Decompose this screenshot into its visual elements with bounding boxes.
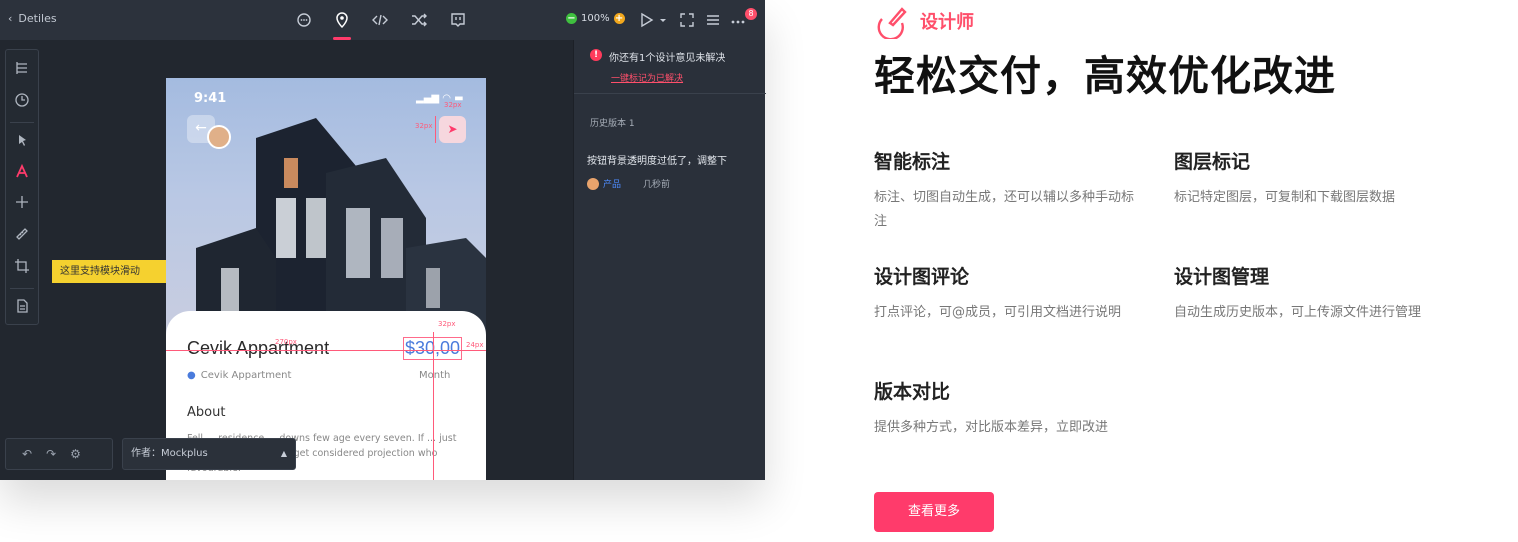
measure-label: 32px: [444, 101, 462, 109]
map-pin-icon: ●: [187, 370, 196, 381]
measure-line: [435, 116, 436, 143]
shuffle-icon[interactable]: [410, 11, 428, 29]
comment-meta: 产品 几秒前: [587, 177, 670, 190]
feature-title: 版本对比: [874, 381, 951, 403]
history-tools: ↶ ↷ ⚙: [5, 438, 113, 470]
zoom-in-icon[interactable]: +: [613, 13, 625, 24]
tooltip-label: 这里支持模块滑动: [52, 260, 176, 283]
feature-title: 图层标记: [1174, 151, 1251, 173]
design-tool-window: ‹ Detiles − 100% + 8 这里支持模块滑动 9:41 ▂▄▆ ◠…: [0, 0, 766, 480]
active-tab-indicator: [333, 37, 351, 40]
feature-desc: 标注、切图自动生成，还可以辅以多种手动标注: [874, 190, 1135, 229]
role-label: 设计师: [920, 12, 974, 33]
feature-title: 智能标注: [874, 151, 951, 173]
redo-icon[interactable]: ↷: [46, 447, 56, 461]
phone-artboard[interactable]: 9:41 ▂▄▆ ◠ ▬ ← ➤ 32px 32px Cevik Appartm…: [166, 78, 486, 480]
feature-desc: 打点评论，可@成员，可引用文档进行说明: [874, 305, 1122, 320]
unresolved-warning: ! 你还有1个设计意见未解决: [590, 49, 725, 64]
comment-icon[interactable]: [295, 11, 313, 29]
feature-item: 设计图管理 自动生成历史版本，可上传源文件进行管理: [1174, 262, 1434, 325]
alert-icon: !: [590, 49, 602, 61]
caret-up-icon: ▲: [280, 449, 287, 458]
author-selector[interactable]: 作者：Mockplus ▲: [122, 438, 296, 470]
zoom-control[interactable]: − 100% +: [566, 13, 625, 24]
feature-item: 版本对比 提供多种方式，对比版本差异，立即改进: [874, 377, 1134, 440]
undo-icon[interactable]: ↶: [22, 447, 32, 461]
measure-label: 24px: [466, 341, 484, 349]
crop-icon[interactable]: [14, 258, 30, 274]
resolve-all-link[interactable]: 一键标记为已解决: [611, 71, 683, 84]
notification-badge: 8: [745, 8, 757, 20]
feature-item: 智能标注 标注、切图自动生成，还可以辅以多种手动标注: [874, 147, 1134, 234]
avatar: [587, 177, 599, 190]
comment-panel: ! 你还有1个设计意见未解决 一键标记为已解决 历史版本 1 按钮背景透明度过低…: [573, 40, 766, 480]
feature-item: 图层标记 标记特定图层，可复制和下载图层数据: [1174, 147, 1434, 210]
feature-desc: 自动生成历史版本，可上传源文件进行管理: [1174, 305, 1422, 320]
location-text: Cevik Appartment: [200, 370, 292, 381]
gear-icon[interactable]: ⚙: [70, 447, 81, 461]
cursor-arrow-icon[interactable]: [14, 132, 30, 148]
measure-line: [433, 332, 434, 480]
top-toolbar: ‹ Detiles − 100% + 8: [0, 0, 765, 40]
history-clock-icon[interactable]: [14, 92, 30, 108]
feature-info: 设计师 轻松交付，高效优化改进 智能标注 标注、切图自动生成，还可以辅以多种手动…: [874, 0, 1514, 542]
status-time: 9:41: [194, 91, 227, 106]
pen-hand-icon: [877, 7, 907, 39]
panel-divider: [574, 93, 766, 94]
view-more-button[interactable]: 查看更多: [874, 492, 994, 532]
comment-author: 产品: [603, 180, 622, 190]
warning-text: 你还有1个设计意见未解决: [609, 53, 726, 64]
role-header: 设计师: [874, 3, 974, 39]
annotation-a-icon[interactable]: [14, 163, 30, 179]
zoom-level: 100%: [581, 13, 610, 24]
location-pin-icon[interactable]: [333, 11, 351, 29]
author-label: 作者：Mockplus: [131, 448, 208, 459]
price-unit: Month: [419, 370, 451, 381]
feature-desc: 提供多种方式，对比版本差异，立即改进: [874, 420, 1109, 435]
document-icon[interactable]: [14, 298, 30, 314]
measure-label: 270px: [275, 338, 297, 346]
about-heading: About: [187, 405, 226, 420]
chevron-left-icon: ‹: [8, 12, 13, 25]
chevron-down-icon[interactable]: [654, 11, 666, 29]
code-icon[interactable]: [371, 11, 389, 29]
navigation-arrow-icon[interactable]: ➤: [439, 116, 466, 143]
fullscreen-icon[interactable]: [678, 11, 696, 29]
measure-label: 32px: [415, 122, 433, 130]
comment-text[interactable]: 按钮背景透明度过低了，调整下: [587, 152, 727, 167]
avatar: [207, 125, 231, 149]
menu-icon[interactable]: [704, 11, 722, 29]
left-toolbar: [5, 49, 39, 325]
toolbar-divider: [10, 122, 34, 123]
location-row: ● Cevik Appartment: [187, 370, 291, 381]
feature-title: 设计图评论: [874, 266, 970, 288]
bookmark-board-icon[interactable]: [449, 11, 467, 29]
apartment-title: Cevik Appartment: [187, 338, 330, 358]
toolbar-divider: [10, 288, 34, 289]
back-button[interactable]: ‹ Detiles: [8, 12, 57, 25]
comment-time: 几秒前: [643, 180, 671, 190]
feature-desc: 标记特定图层，可复制和下载图层数据: [1174, 190, 1396, 205]
history-version[interactable]: 历史版本 1: [590, 116, 635, 129]
layers-tree-icon[interactable]: [14, 60, 30, 76]
feature-title: 设计图管理: [1174, 266, 1270, 288]
ruler-icon[interactable]: [14, 226, 30, 242]
back-label: Detiles: [18, 12, 57, 25]
measure-line: [166, 350, 486, 351]
page-title: 轻松交付，高效优化改进: [874, 52, 1336, 100]
zoom-out-icon[interactable]: −: [566, 13, 577, 24]
measure-label: 32px: [438, 320, 456, 328]
crosshair-icon[interactable]: [14, 194, 30, 210]
feature-item: 设计图评论 打点评论，可@成员，可引用文档进行说明: [874, 262, 1134, 325]
